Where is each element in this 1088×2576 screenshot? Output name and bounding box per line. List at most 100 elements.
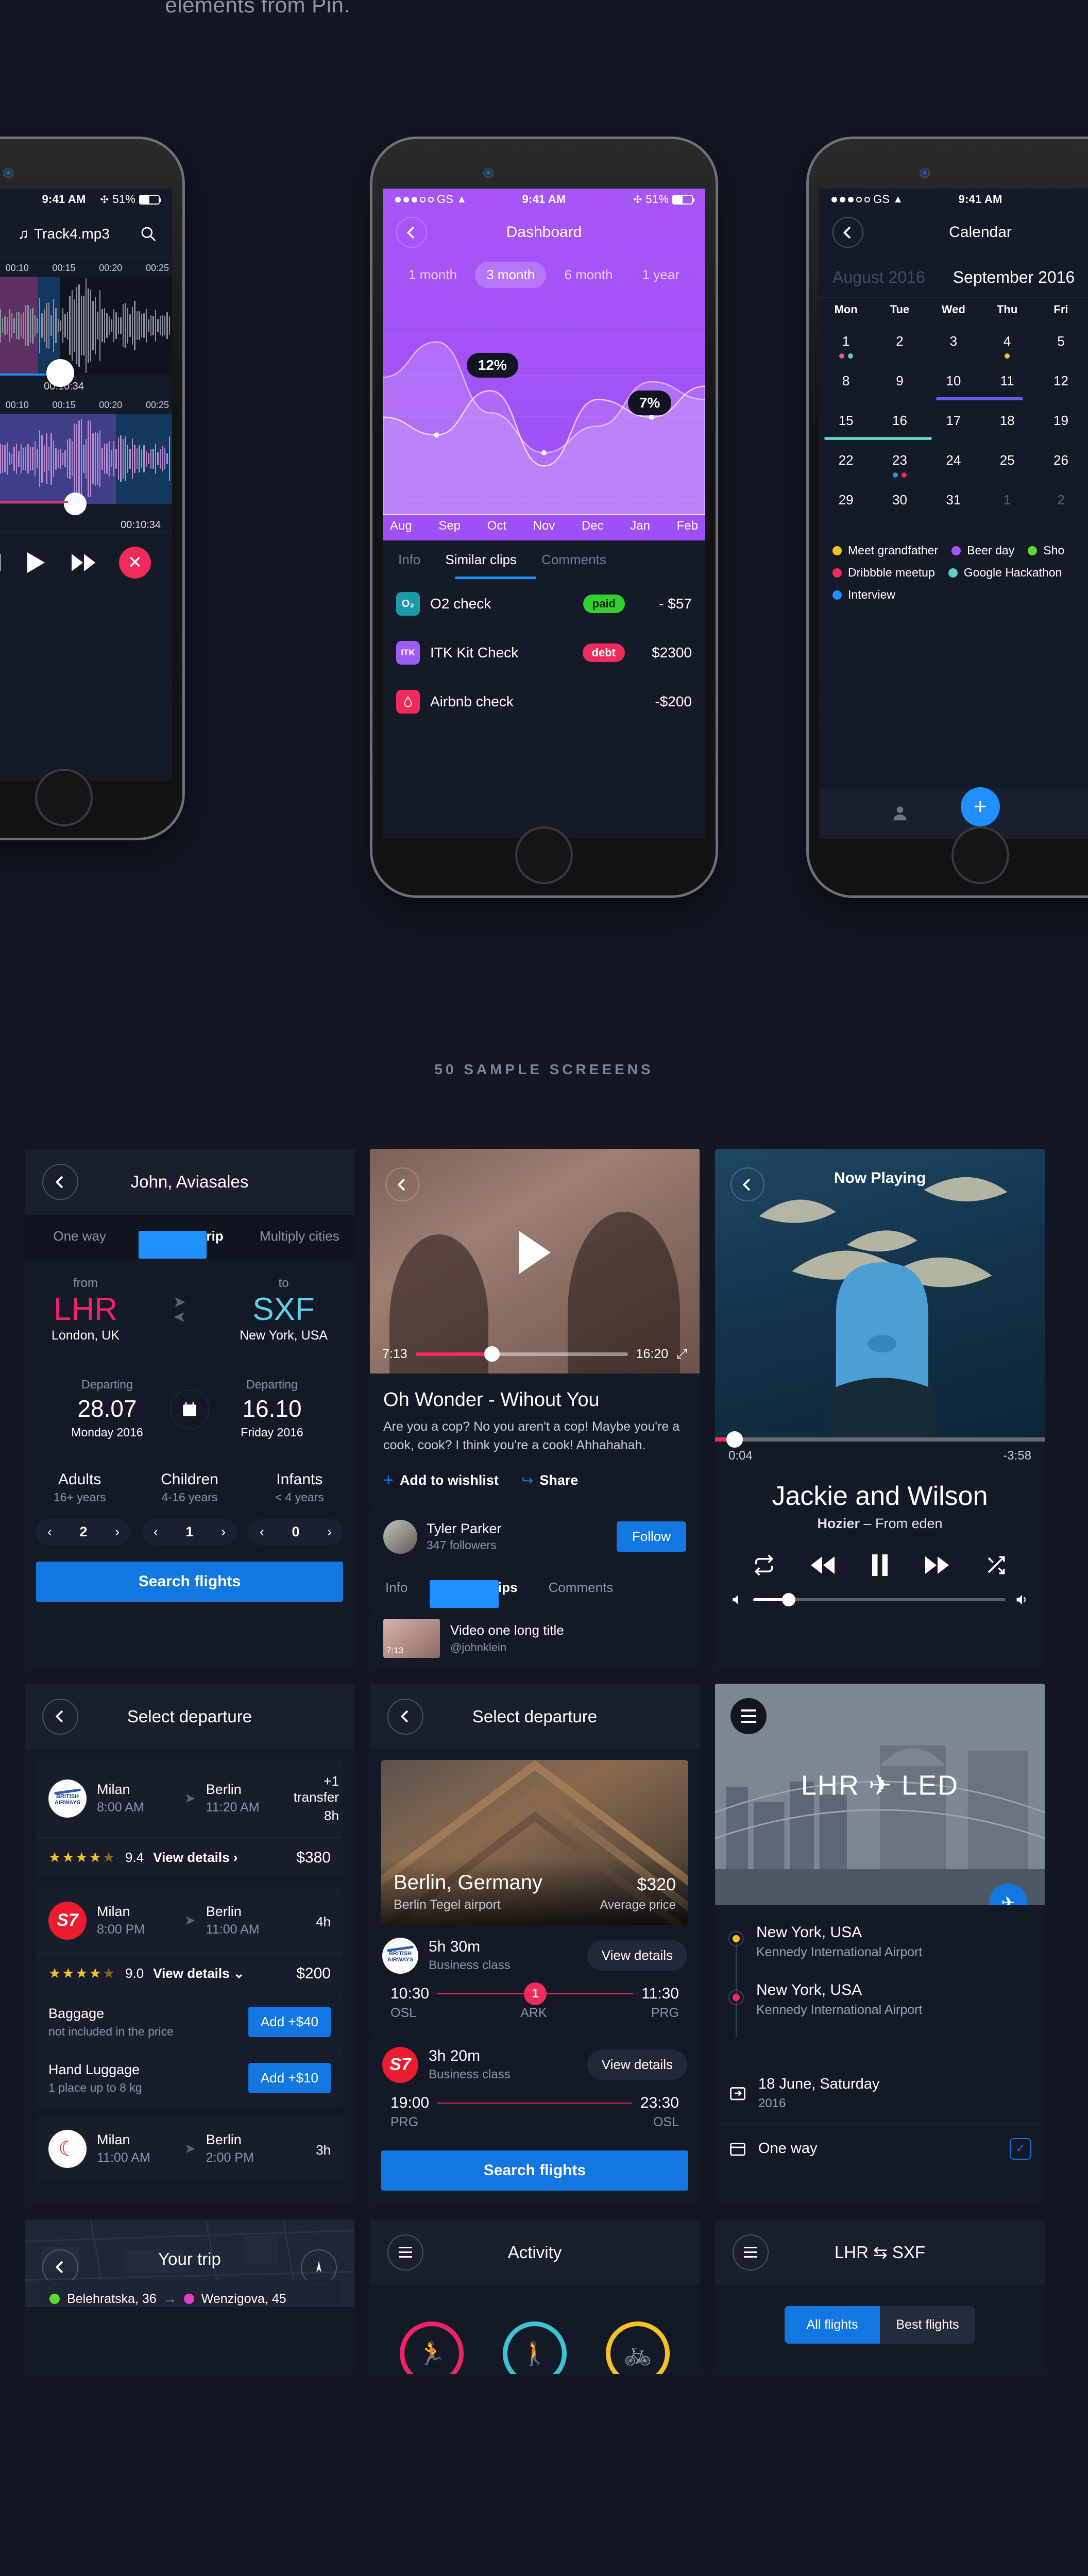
rewind-icon[interactable] (810, 1556, 835, 1574)
depart-date-field[interactable]: Departing 28.07 Monday 2016 (25, 1364, 190, 1455)
tab-info[interactable]: Info (370, 1567, 423, 1608)
video-progress-bar[interactable] (415, 1346, 628, 1362)
table-row[interactable]: Airbnb check -$200 (383, 677, 705, 726)
waveform-top[interactable] (0, 277, 172, 376)
follow-button[interactable]: Follow (616, 1521, 686, 1552)
tab-multiply-cities[interactable]: Multiply cities (245, 1215, 354, 1259)
back-button[interactable] (832, 217, 863, 248)
tab-one-way[interactable]: One way (25, 1215, 134, 1259)
month-switcher[interactable]: August 2016 September 2016 (819, 255, 1088, 297)
home-button[interactable] (951, 826, 1009, 884)
checkbox-checked[interactable]: ✓ (1010, 2138, 1031, 2160)
profile-tab[interactable] (819, 803, 980, 825)
day-cell[interactable]: 1 (980, 492, 1034, 519)
table-row[interactable]: ITK ITK Kit Check debt $2300 (383, 628, 705, 677)
play-icon[interactable] (519, 1230, 551, 1274)
children-stepper[interactable]: ‹ 1 › (142, 1519, 237, 1546)
day-cell[interactable]: 29 (819, 492, 873, 519)
day-cell[interactable]: 30 (873, 492, 926, 519)
search-flights-button[interactable]: Search flights (36, 1562, 343, 1602)
search-flights-button[interactable]: Search flights (381, 2150, 688, 2191)
rewind-button[interactable] (0, 551, 1, 574)
waveform-bottom[interactable] (0, 414, 172, 515)
legend-item[interactable]: Beer day (951, 544, 1014, 557)
back-button[interactable] (396, 217, 427, 248)
view-details-button[interactable]: View details (587, 1940, 687, 1971)
day-cell[interactable]: 11 (980, 373, 1034, 400)
destination-field[interactable]: to SXF New York, USA (240, 1276, 328, 1343)
day-cell[interactable]: 18 (980, 413, 1034, 440)
swap-icon[interactable]: ➤ ➤ (173, 1295, 186, 1326)
decrement-icon[interactable]: ‹ (260, 1524, 264, 1540)
day-cell[interactable]: 26 (1034, 452, 1087, 480)
infants-stepper[interactable]: ‹ 0 › (248, 1519, 343, 1546)
day-cell[interactable]: 4 (980, 333, 1034, 361)
day-cell[interactable]: 5 (1034, 333, 1087, 361)
legend-item[interactable]: Dribbble meetup (832, 566, 935, 580)
forward-icon[interactable] (925, 1556, 949, 1574)
day-cell[interactable]: 8 (819, 373, 873, 400)
decrement-icon[interactable]: ‹ (154, 1524, 158, 1540)
origin-field[interactable]: from LHR London, UK (52, 1276, 120, 1343)
legend-item[interactable]: Interview (832, 588, 895, 602)
day-cell[interactable]: 3 (927, 333, 980, 361)
trim-handle-right[interactable] (64, 493, 87, 515)
tab-similar-clips[interactable]: Similar clips (445, 552, 517, 568)
trip-type-row[interactable]: One way ✓ (715, 2124, 1045, 2173)
decrement-icon[interactable]: ‹ (47, 1524, 52, 1540)
view-details-button[interactable]: View details › (153, 1850, 237, 1866)
play-button[interactable] (24, 551, 48, 574)
forward-button[interactable] (72, 551, 95, 574)
day-cell[interactable]: 2 (1034, 492, 1087, 519)
tab-comments[interactable]: Comments (541, 552, 606, 568)
trip-date-row[interactable]: 18 June, Saturday 2016 (715, 2061, 1045, 2124)
day-cell[interactable]: 19 (1034, 413, 1087, 440)
add-baggage-button[interactable]: Add +$40 (248, 2007, 331, 2037)
filter-all-flights[interactable]: All flights (785, 2306, 880, 2344)
legend-item[interactable]: Google Hackathon (948, 566, 1062, 580)
filter-best-flights[interactable]: Best flights (880, 2306, 975, 2344)
increment-icon[interactable]: › (221, 1524, 226, 1540)
back-button[interactable] (42, 1698, 78, 1735)
video-thumbnail[interactable]: 7:13 16:20 ⤢ (370, 1149, 700, 1374)
day-cell[interactable]: 16 (873, 413, 926, 440)
flight-result[interactable]: ☾ Milan 11:00 AM ➤ Berlin 2:00 PM 3h (36, 2116, 343, 2181)
day-cell[interactable]: 10 (927, 373, 1024, 400)
table-row[interactable]: O₂ O2 check paid - $57 (383, 579, 705, 628)
search-icon[interactable] (140, 226, 157, 242)
back-button[interactable] (385, 1167, 419, 1201)
range-option-3month[interactable]: 3 month (475, 262, 547, 288)
share-button[interactable]: ↪ Share (521, 1470, 579, 1490)
repeat-icon[interactable] (753, 1554, 775, 1576)
flight-result[interactable]: BRITISH AIRWAYS Milan 8:00 AM ➤ Berlin 11:2… (36, 1759, 343, 1878)
add-event-button[interactable]: + (961, 787, 1000, 826)
day-cell[interactable]: 24 (927, 452, 980, 480)
list-item[interactable]: 7:13 Video one long title @johnklein (370, 1607, 700, 1668)
range-option-1month[interactable]: 1 month (397, 262, 468, 288)
fullscreen-icon[interactable]: ⤢ (676, 1346, 687, 1362)
day-cell[interactable]: 23 (873, 452, 926, 480)
run-ring[interactable]: 🏃 (400, 2321, 464, 2374)
day-cell[interactable]: 1 (819, 333, 873, 361)
home-button[interactable] (35, 769, 93, 826)
day-cell[interactable]: 25 (980, 449, 1034, 480)
flight-result[interactable]: S7 Milan 8:00 PM ➤ Berlin 11:00 AM 4h ★★★★… (36, 1888, 343, 2106)
trip-route-box[interactable]: Belehratska, 36 → Wenzigova, 45 Justiční… (38, 2280, 341, 2307)
day-cell[interactable]: 2 (873, 333, 926, 361)
increment-icon[interactable]: › (115, 1524, 120, 1540)
menu-button[interactable] (387, 2234, 423, 2270)
calendar-icon[interactable] (170, 1390, 209, 1430)
shuffle-icon[interactable] (985, 1554, 1007, 1576)
bike-ring[interactable]: 🚲 (606, 2321, 670, 2374)
walk-ring[interactable]: 🚶 (503, 2321, 567, 2374)
range-option-6month[interactable]: 6 month (553, 262, 624, 288)
day-cell[interactable]: 17 (927, 413, 980, 440)
menu-button[interactable] (733, 2234, 769, 2270)
add-to-wishlist-button[interactable]: + Add to wishlist (383, 1470, 499, 1490)
legend-item[interactable]: Sho (1028, 544, 1064, 557)
add-hand-luggage-button[interactable]: Add +$10 (248, 2063, 331, 2093)
menu-button[interactable] (730, 1698, 767, 1734)
view-details-button[interactable]: View details (587, 2049, 687, 2080)
day-cell[interactable]: 31 (927, 492, 980, 519)
view-details-button[interactable]: View details ⌄ (153, 1965, 244, 1981)
